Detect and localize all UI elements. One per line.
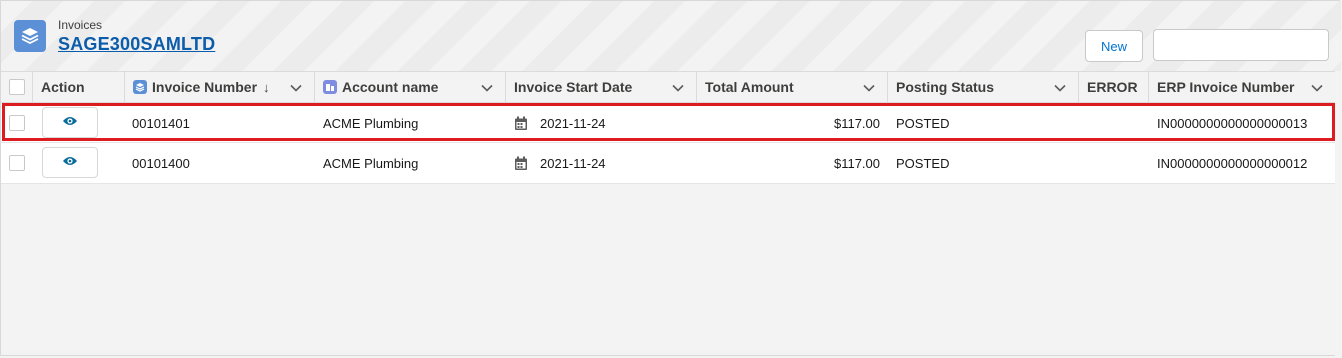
- posting-status-cell: POSTED: [896, 155, 950, 171]
- erp-invoice-number-cell: IN0000000000000000013: [1157, 115, 1308, 131]
- invoices-related-list: Invoices SAGE300SAMLTD New Action Invoic…: [0, 0, 1341, 357]
- chevron-down-icon[interactable]: [290, 81, 302, 97]
- column-header-invoice-number[interactable]: Invoice Number ↓: [125, 72, 315, 102]
- chevron-down-icon[interactable]: [1311, 81, 1323, 97]
- column-header-error: ERROR: [1079, 72, 1149, 102]
- table-header: Action Invoice Number ↓ Account name Inv…: [1, 71, 1335, 103]
- select-all-checkbox[interactable]: [8, 79, 25, 95]
- chevron-down-icon[interactable]: [1054, 81, 1066, 97]
- eye-icon: [62, 114, 78, 132]
- vertical-scrollbar[interactable]: [1335, 71, 1341, 357]
- invoice-start-date-cell: 2021-11-24: [540, 115, 606, 131]
- column-header-invoice-start-date[interactable]: Invoice Start Date: [506, 72, 697, 102]
- stacked-layers-icon: [14, 20, 46, 52]
- column-label: Action: [41, 79, 85, 95]
- column-label: ERP Invoice Number: [1157, 79, 1295, 95]
- table-row: 00101401 ACME Plumbing 2021-11-24 $117.0…: [1, 103, 1335, 143]
- column-label: ERROR: [1087, 79, 1138, 95]
- record-title-link[interactable]: SAGE300SAMLTD: [58, 34, 215, 55]
- row-select-cell: [9, 143, 25, 183]
- column-label: Invoice Number: [152, 79, 258, 95]
- eye-icon: [62, 154, 78, 172]
- calendar-icon: [514, 143, 528, 183]
- column-header-account-name[interactable]: Account name: [315, 72, 506, 102]
- calendar-icon: [514, 103, 528, 143]
- object-label: Invoices: [58, 18, 103, 32]
- column-header-posting-status[interactable]: Posting Status: [888, 72, 1079, 102]
- view-button[interactable]: [42, 107, 98, 138]
- invoice-number-cell: 00101401: [132, 115, 190, 131]
- column-header-total-amount[interactable]: Total Amount: [697, 72, 888, 102]
- column-header-action: Action: [33, 72, 125, 102]
- erp-invoice-number-cell: IN0000000000000000012: [1157, 155, 1308, 171]
- chevron-down-icon[interactable]: [481, 81, 493, 97]
- column-label: Posting Status: [896, 79, 995, 95]
- chevron-down-icon[interactable]: [672, 81, 684, 97]
- row-select-cell: [9, 103, 25, 143]
- search-input[interactable]: [1153, 29, 1329, 61]
- total-amount-cell: $117.00: [833, 155, 880, 171]
- stacked-layers-icon: [133, 80, 147, 94]
- invoice-number-cell: 00101400: [132, 155, 190, 171]
- row-checkbox[interactable]: [9, 155, 25, 171]
- total-amount-cell: $117.00: [833, 115, 880, 131]
- row-checkbox[interactable]: [9, 115, 25, 131]
- list-header: Invoices SAGE300SAMLTD New: [1, 1, 1341, 71]
- account-name-cell: ACME Plumbing: [323, 115, 419, 131]
- invoice-start-date-cell: 2021-11-24: [540, 155, 606, 171]
- table-row: 00101400 ACME Plumbing 2021-11-24 $117.0…: [1, 143, 1335, 184]
- column-label: Total Amount: [705, 79, 794, 95]
- column-label: Invoice Start Date: [514, 79, 633, 95]
- new-button[interactable]: New: [1085, 30, 1143, 62]
- posting-status-cell: POSTED: [896, 115, 950, 131]
- select-all-cell: [1, 72, 33, 102]
- account-icon: [323, 80, 337, 94]
- account-name-cell: ACME Plumbing: [323, 155, 419, 171]
- sort-arrow-icon: ↓: [263, 79, 270, 95]
- view-button[interactable]: [42, 147, 98, 178]
- column-header-erp-invoice-number[interactable]: ERP Invoice Number: [1149, 72, 1335, 102]
- column-label: Account name: [342, 79, 439, 95]
- chevron-down-icon[interactable]: [863, 81, 875, 97]
